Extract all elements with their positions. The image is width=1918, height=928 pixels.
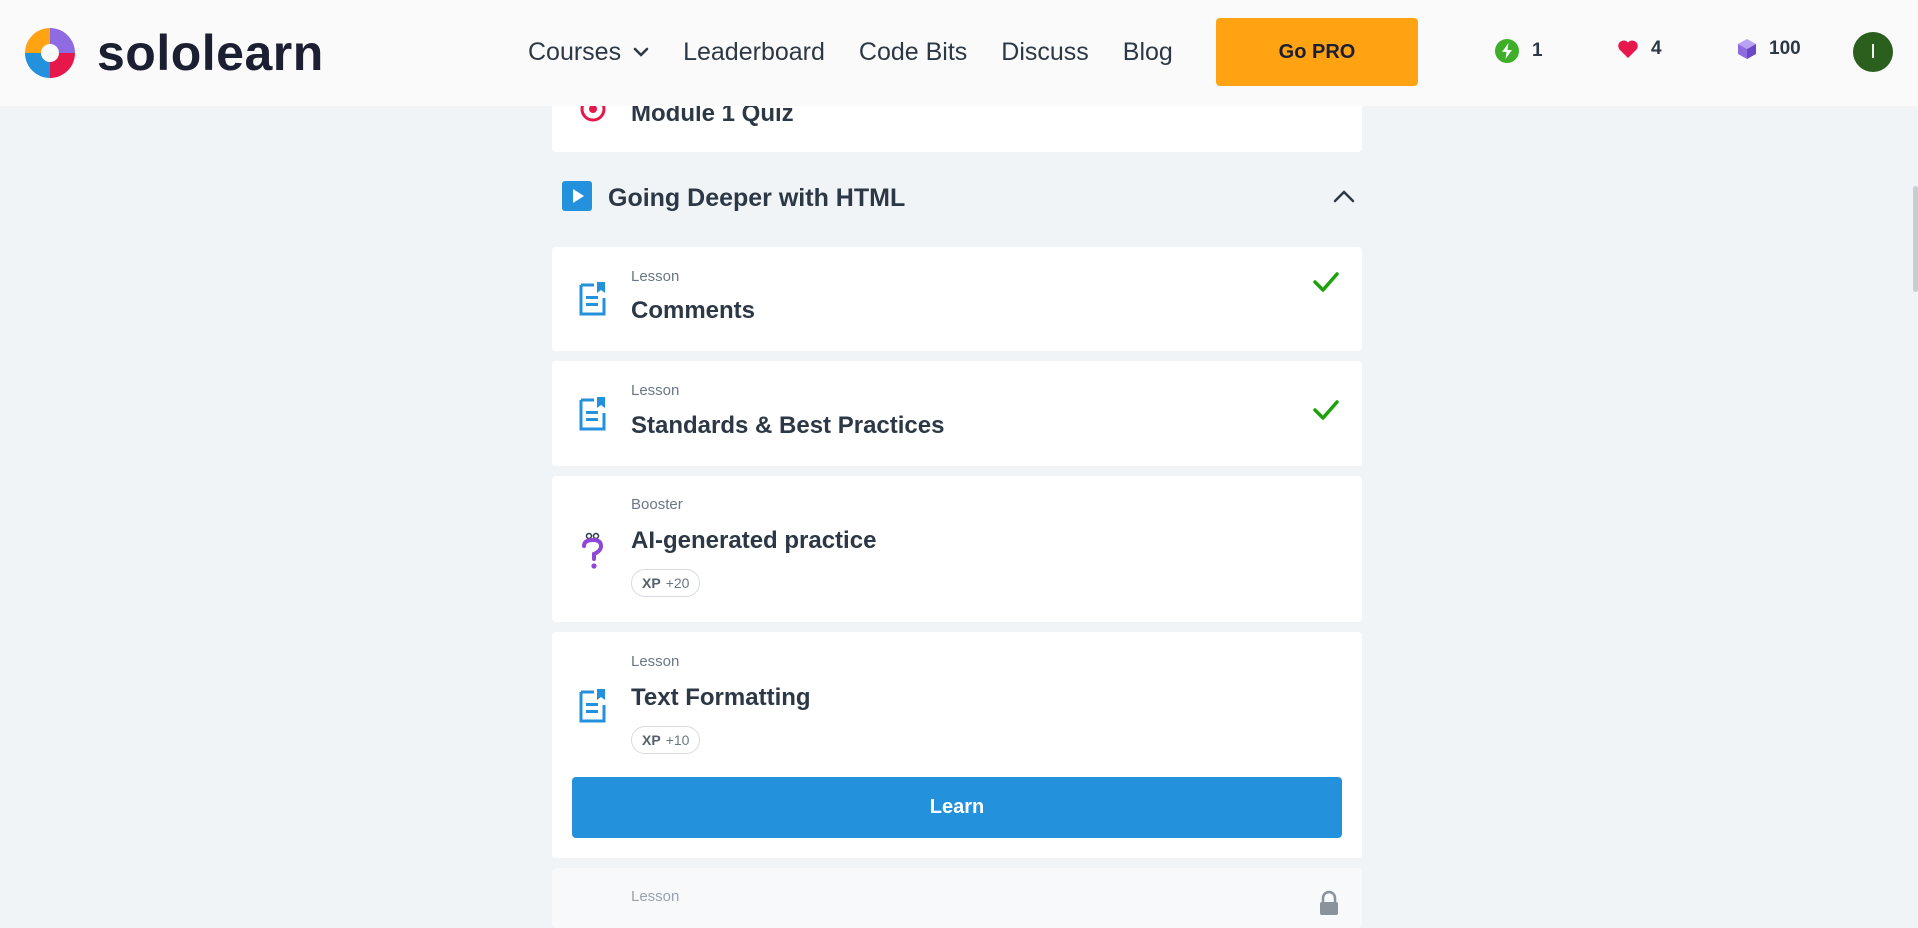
sololearn-logo-icon (25, 28, 75, 78)
go-pro-button[interactable]: Go PRO (1216, 18, 1418, 86)
nav-courses[interactable]: Courses (528, 38, 649, 67)
xp-label: XP (642, 575, 661, 591)
lesson-icon (578, 281, 608, 322)
streak-counter[interactable]: 1 (1494, 38, 1543, 64)
scrollbar-thumb[interactable] (1913, 186, 1918, 292)
xp-value: +10 (665, 732, 690, 748)
streak-count: 1 (1532, 40, 1543, 61)
top-navbar: sololearn Courses Leaderboard Code Bits … (0, 0, 1918, 106)
item-title: Text Formatting (631, 684, 811, 711)
learn-button[interactable]: Learn (572, 777, 1342, 838)
current-lesson-item[interactable]: Lesson Text Formatting XP +10 Learn (552, 632, 1362, 858)
lightning-icon (1494, 38, 1520, 64)
check-icon (1312, 271, 1340, 298)
cube-icon (1737, 38, 1757, 60)
chevron-up-icon[interactable] (1332, 188, 1356, 209)
lesson-item[interactable]: Lesson Comments (552, 247, 1362, 351)
item-type: Booster (631, 496, 683, 513)
lesson-icon (578, 396, 608, 437)
xp-badge: XP +20 (631, 569, 701, 597)
check-icon (1312, 399, 1340, 426)
nav-blog[interactable]: Blog (1123, 38, 1173, 67)
lock-icon (1318, 890, 1340, 921)
booster-item[interactable]: Booster AI-generated practice XP +20 (552, 476, 1362, 622)
item-title: AI-generated practice (631, 527, 877, 554)
logo-text: sololearn (97, 25, 324, 81)
sololearn-logo[interactable]: sololearn (19, 22, 324, 84)
nav-code-bits[interactable]: Code Bits (859, 38, 967, 67)
bits-counter[interactable]: 100 (1737, 38, 1801, 60)
hearts-counter[interactable]: 4 (1617, 38, 1662, 60)
item-type: Lesson (631, 653, 680, 670)
lesson-icon (578, 688, 608, 729)
heart-icon (1617, 39, 1639, 59)
bits-count: 100 (1769, 38, 1801, 59)
question-icon (578, 531, 608, 576)
play-icon (562, 180, 592, 216)
nav-discuss[interactable]: Discuss (1001, 38, 1089, 67)
xp-badge: XP +10 (631, 726, 701, 754)
module-section-header[interactable]: Going Deeper with HTML (562, 180, 1362, 216)
section-title: Going Deeper with HTML (608, 183, 906, 212)
hearts-count: 4 (1651, 38, 1662, 59)
nav-courses-label: Courses (528, 37, 622, 66)
item-title: Comments (631, 297, 756, 324)
xp-value: +20 (665, 575, 690, 591)
lesson-item[interactable]: Lesson Standards & Best Practices (552, 361, 1362, 466)
locked-lesson-item[interactable]: Lesson (552, 868, 1362, 928)
item-type: Lesson (631, 382, 680, 399)
item-title: Standards & Best Practices (631, 412, 945, 439)
user-avatar[interactable]: I (1853, 32, 1893, 72)
chevron-down-icon (633, 47, 649, 57)
item-type: Lesson (631, 888, 680, 905)
xp-label: XP (642, 732, 661, 748)
item-type: Lesson (631, 268, 680, 285)
nav-leaderboard[interactable]: Leaderboard (683, 38, 825, 67)
main-nav: Courses Leaderboard Code Bits Discuss Bl… (528, 0, 1207, 104)
